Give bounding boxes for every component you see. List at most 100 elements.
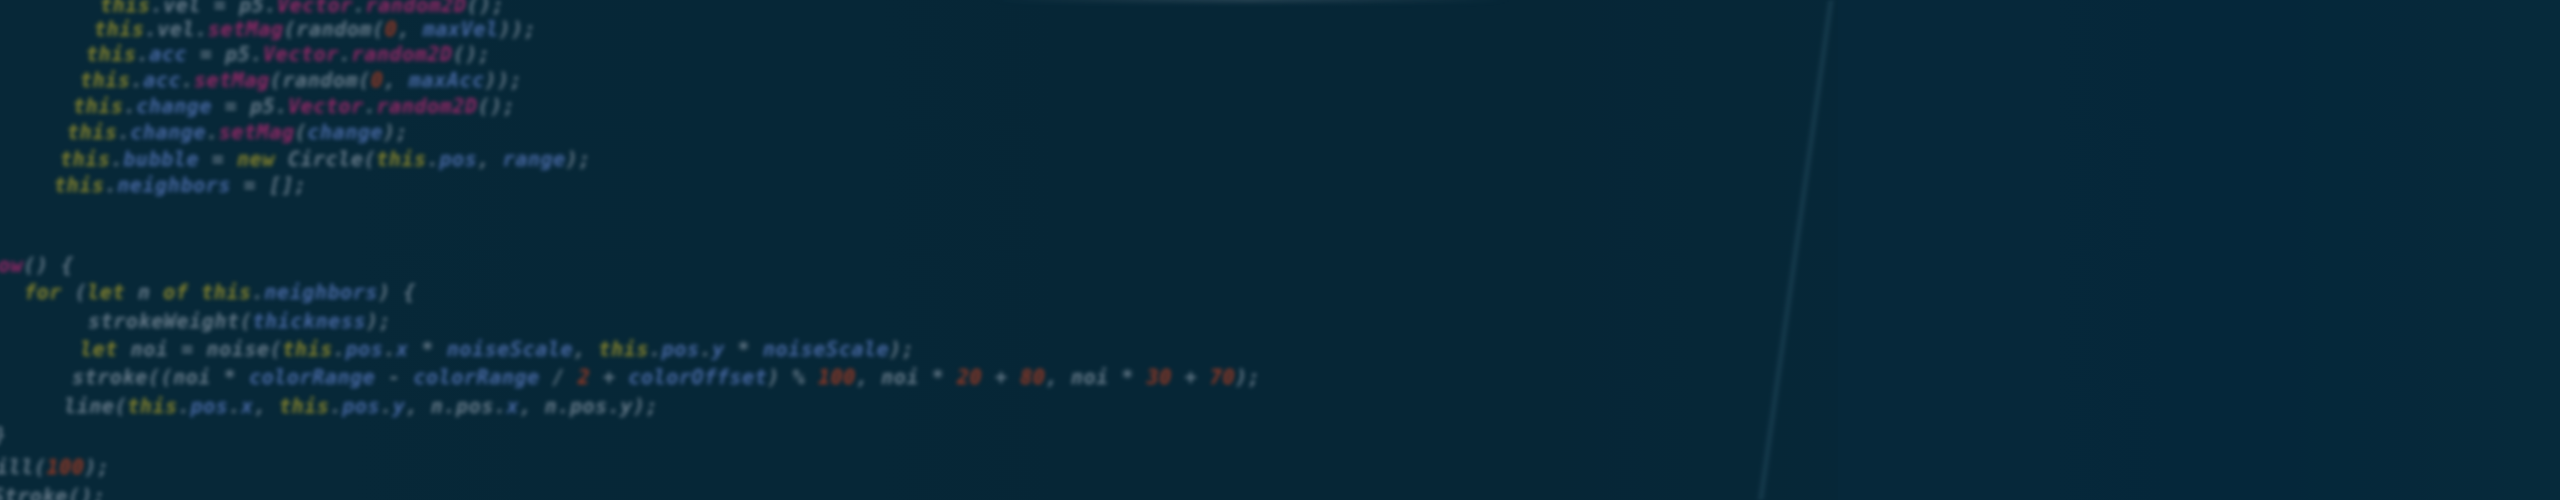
code-line: let noi = noise(this.pos.x * noiseScale,… [80,338,915,360]
code-token: Stroke(); [0,484,106,500]
empty-dark-panel [1838,0,2560,500]
code-token: Vector [263,42,339,66]
code-token: . [181,68,194,92]
code-line: line(this.pos.x, this.pos.y, n.pos.x, n.… [64,395,658,417]
code-token: , noi * [1045,365,1147,389]
code-token: . [329,394,343,418]
code-token: . [649,337,662,361]
code-token: 100 [817,365,856,389]
code-line: strokeWeight(thickness); [88,310,391,332]
code-token: / [539,365,578,389]
code-token: pos [661,337,700,361]
code-token: strokeWeight( [88,309,253,333]
code-token: , [397,17,423,41]
code-token: this [80,68,131,92]
code-token: .vel = p5. [150,0,277,17]
code-line: this.neighbors = []; [54,174,307,196]
code-token: let [80,337,118,361]
code-token: change [307,120,384,144]
code-token: . [363,94,377,118]
code-token: 80 [1020,365,1046,389]
code-token: , [253,394,279,418]
code-token: stroke((noi * [72,365,249,389]
code-token: x [396,337,409,361]
code-token: . [104,173,118,197]
code-token: ( [294,120,308,144]
code-token: . [251,280,265,304]
code-token: pos [190,394,229,418]
code-token: . [228,394,242,418]
code-token: - [375,365,414,389]
code-token: (); [466,0,505,17]
code-token: maxVel [422,17,499,41]
code-token: 0 [370,68,384,92]
code-token: = p5. [212,94,288,118]
code-token: this [376,147,427,171]
code-token: . [123,94,137,118]
code-token: let [87,280,126,304]
code-line: this.vel.setMag(random(0, maxVel)); [94,18,537,40]
code-token: 20 [957,365,983,389]
code-line: ill(100); [0,456,110,478]
code-token: * [408,337,447,361]
code-token: random2D [365,0,467,17]
code-token: ow [0,253,24,277]
code-token: x [241,394,254,418]
code-token: . [426,147,440,171]
code-token: pos [342,394,381,418]
code-token: = []; [231,173,307,197]
code-token: * [724,337,763,361]
code-token: )); [498,17,537,41]
code-token: 100 [46,455,85,479]
code-token: random2D [376,94,478,118]
code-line: this.change = p5.Vector.random2D(); [73,95,516,117]
code-token: setMag [193,68,270,92]
code-token: change [136,94,213,118]
code-line: this.bubble = new Circle(this.pos, range… [60,148,591,170]
code-token: neighbors [117,173,232,197]
code-token: , [383,68,409,92]
code-token: noiseScale [446,337,574,361]
code-token: . [130,68,144,92]
code-editor[interactable]: this.vel = p5.Vector.random2D(); this.ve… [0,0,1830,500]
code-token: , [477,147,503,171]
code-token: . [352,0,366,17]
code-token: y [392,394,406,418]
code-token: Circle( [274,147,377,171]
code-token: ); [383,120,409,144]
code-token: 30 [1146,365,1172,389]
code-token: Vector [277,0,353,17]
code-token: = p5. [187,42,264,66]
code-token: 0 [384,17,398,41]
code-token: pos [439,147,478,171]
code-token: + [590,365,629,389]
code-token: . [110,147,124,171]
code-token: thickness [252,309,367,333]
code-token: this [100,0,151,17]
code-token: , n.pos. [405,394,507,418]
code-token: neighbors [264,280,379,304]
code-token: . [338,42,352,66]
code-line: this.change.setMag(change); [67,121,408,143]
code-token: change [130,120,207,144]
code-token: () { [23,253,74,277]
code-token: maxAcc [408,68,485,92]
code-token: ( [61,280,88,304]
code-token: line( [64,394,128,418]
code-line: this.acc.setMag(random(0, maxAcc)); [80,69,523,91]
code-token: 2 [577,365,591,389]
code-token: ill( [0,455,47,479]
code-token: this [67,120,118,144]
code-line: for (let n of this.neighbors) { [24,281,416,303]
code-token: y [712,337,725,361]
photo-of-screen: this.vel = p5.Vector.random2D(); this.ve… [0,0,2560,500]
code-token: . [206,120,219,144]
code-token: colorOffset [628,365,768,389]
code-token: = [199,147,238,171]
code-token: this [73,94,124,118]
code-token: ) % [767,365,818,389]
code-token: , [573,337,599,361]
code-token: . [699,337,713,361]
code-token: this [279,394,330,418]
